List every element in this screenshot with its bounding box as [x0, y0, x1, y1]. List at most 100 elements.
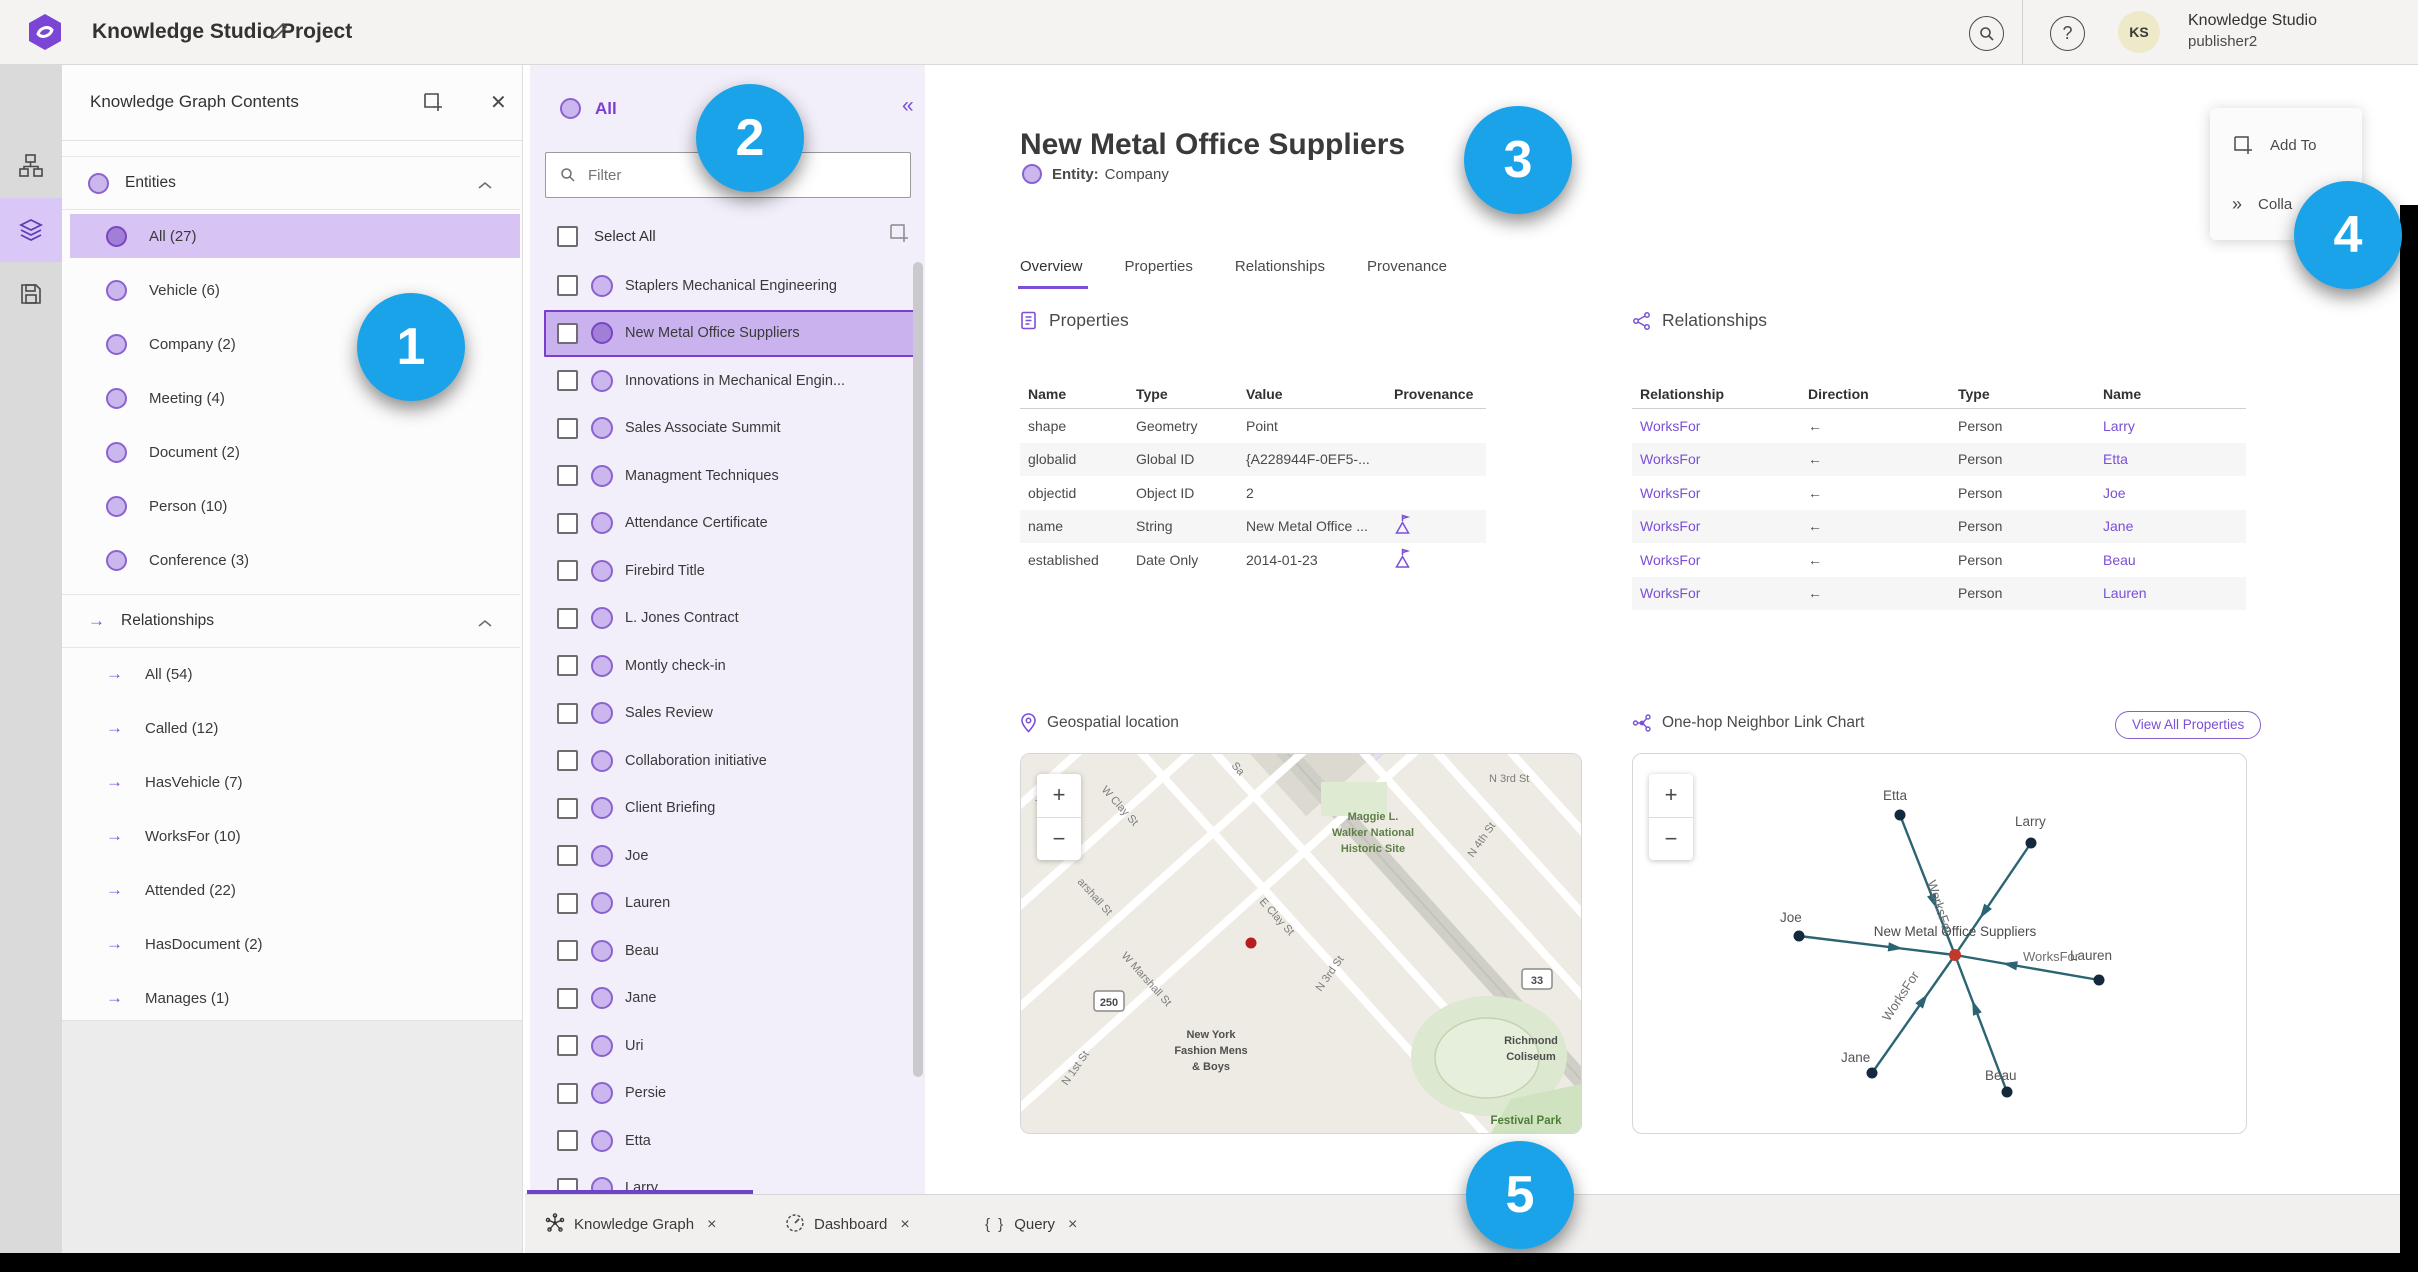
- chart-zoom-control[interactable]: + −: [1649, 774, 1693, 860]
- list-item[interactable]: Attendance Certificate: [544, 500, 915, 548]
- zoom-in-button[interactable]: +: [1037, 774, 1081, 818]
- sidebar-item-relationship[interactable]: → Called (12): [70, 706, 520, 750]
- sidebar-item-entity[interactable]: Person (10): [70, 484, 520, 528]
- view-all-properties-button[interactable]: View All Properties: [2115, 711, 2262, 739]
- selected-entity-node[interactable]: [1949, 949, 1961, 961]
- relationship-arrow-icon: →: [106, 988, 123, 1007]
- sidebar-item-relationship[interactable]: → WorksFor (10): [70, 814, 520, 858]
- chevron-up-icon[interactable]: [478, 615, 492, 633]
- list-item[interactable]: Client Briefing: [544, 785, 915, 833]
- related-entity-link[interactable]: Beau: [2095, 552, 2246, 568]
- prop-provenance[interactable]: [1386, 548, 1486, 572]
- entities-section-header[interactable]: Entities: [62, 156, 520, 210]
- map-canvas[interactable]: k RdW Clay StSaN 3rd StMaggie L.Walker N…: [1021, 754, 1581, 1133]
- zoom-out-button[interactable]: −: [1037, 818, 1081, 861]
- help-button[interactable]: ?: [2050, 16, 2085, 51]
- layers-rail-button[interactable]: [0, 198, 62, 262]
- relationship-link[interactable]: WorksFor: [1632, 552, 1800, 568]
- person-node[interactable]: [2025, 837, 2037, 849]
- sidebar-item-relationship[interactable]: → HasVehicle (7): [70, 760, 520, 804]
- relationships-section-header[interactable]: → Relationships: [62, 594, 520, 648]
- view-tab-knowledge-graph[interactable]: Knowledge Graph ×: [545, 1195, 716, 1254]
- column-header: Name: [2103, 386, 2142, 402]
- add-to-new-icon[interactable]: [888, 222, 910, 244]
- view-tab-dashboard[interactable]: Dashboard ×: [785, 1195, 910, 1254]
- view-tab-query[interactable]: { } Query ×: [985, 1195, 1077, 1254]
- related-entity-link[interactable]: Larry: [2095, 418, 2246, 434]
- add-to-action[interactable]: Add To: [2232, 134, 2316, 156]
- zoom-in-button[interactable]: +: [1649, 774, 1693, 818]
- relationship-link[interactable]: WorksFor: [1632, 585, 1800, 601]
- list-item[interactable]: New Metal Office Suppliers: [544, 309, 915, 357]
- related-entity-link[interactable]: Etta: [2095, 451, 2246, 467]
- search-button[interactable]: [1969, 16, 2004, 51]
- collapse-action[interactable]: » Colla: [2232, 194, 2292, 215]
- scrollbar[interactable]: [913, 262, 923, 1077]
- sidebar-item-entity[interactable]: All (27): [70, 214, 520, 258]
- relationship-link[interactable]: WorksFor: [1632, 451, 1800, 467]
- person-node[interactable]: [2001, 1086, 2013, 1098]
- sidebar-item-relationship[interactable]: → Attended (22): [70, 868, 520, 912]
- list-item[interactable]: Lauren: [544, 880, 915, 928]
- related-entity-link[interactable]: Jane: [2095, 518, 2246, 534]
- list-item[interactable]: L. Jones Contract: [544, 595, 915, 643]
- tab-provenance[interactable]: Provenance: [1367, 258, 1447, 275]
- related-entity-link[interactable]: Lauren: [2095, 585, 2246, 601]
- close-panel-icon[interactable]: ✕: [490, 90, 507, 115]
- zoom-out-button[interactable]: −: [1649, 818, 1693, 861]
- edit-title-icon[interactable]: [268, 20, 290, 42]
- map-zoom-control[interactable]: + −: [1037, 774, 1081, 860]
- chevron-up-icon[interactable]: [478, 177, 492, 195]
- list-item[interactable]: Beau: [544, 927, 915, 975]
- relationship-link[interactable]: WorksFor: [1632, 518, 1800, 534]
- link-chart[interactable]: + − Etta Larry Joe Lauren Jane Beau New Metal …: [1632, 753, 2247, 1134]
- person-node[interactable]: [1866, 1067, 1878, 1079]
- list-item[interactable]: Montly check-in: [544, 642, 915, 690]
- relationship-link[interactable]: WorksFor: [1632, 418, 1800, 434]
- save-rail-button[interactable]: [0, 262, 62, 326]
- person-node[interactable]: [2093, 974, 2105, 986]
- list-item[interactable]: Firebird Title: [544, 547, 915, 595]
- select-all-checkbox[interactable]: [557, 226, 578, 247]
- person-node[interactable]: [1894, 809, 1906, 821]
- entity-circle-icon: [591, 464, 613, 487]
- tab-overview[interactable]: Overview: [1020, 258, 1083, 275]
- link-chart-canvas[interactable]: EttaLarryJoeLaurenJaneBeauNew Metal Offi…: [1633, 754, 2246, 1133]
- list-item[interactable]: Sales Review: [544, 690, 915, 738]
- select-all-row[interactable]: Select All: [557, 226, 897, 247]
- collapse-panel-icon[interactable]: «: [902, 94, 914, 118]
- list-item[interactable]: Staplers Mechanical Engineering: [544, 262, 915, 310]
- list-item[interactable]: Uri: [544, 1022, 915, 1070]
- list-item[interactable]: Joe: [544, 832, 915, 880]
- sidebar-item-relationship[interactable]: → All (54): [70, 652, 520, 696]
- list-item[interactable]: Collaboration initiative: [544, 737, 915, 785]
- list-item[interactable]: Innovations in Mechanical Engin...: [544, 357, 915, 405]
- sidebar-item-entity[interactable]: Document (2): [70, 430, 520, 474]
- sidebar-item-entity[interactable]: Conference (3): [70, 538, 520, 582]
- sidebar-item-entity[interactable]: Vehicle (6): [70, 268, 520, 312]
- sidebar-item-relationship[interactable]: → Manages (1): [70, 976, 520, 1020]
- list-item[interactable]: Jane: [544, 975, 915, 1023]
- sidebar-item-relationship[interactable]: → HasDocument (2): [70, 922, 520, 966]
- sidebar-item-entity[interactable]: Meeting (4): [70, 376, 520, 420]
- entity-circle-icon: [591, 797, 613, 820]
- prop-provenance[interactable]: [1386, 514, 1486, 538]
- person-node[interactable]: [1793, 930, 1805, 942]
- geospatial-map[interactable]: + − W Clay St Sa N 3rd St Maggie L. Walk…: [1020, 753, 1582, 1134]
- link-chart-rail-button[interactable]: [0, 134, 62, 198]
- account-info[interactable]: Knowledge Studio publisher2: [2188, 10, 2317, 52]
- list-item[interactable]: Sales Associate Summit: [544, 405, 915, 453]
- related-entity-link[interactable]: Joe: [2095, 485, 2246, 501]
- close-tab-icon[interactable]: ×: [900, 1216, 909, 1234]
- tab-relationships[interactable]: Relationships: [1235, 258, 1325, 275]
- list-item[interactable]: Managment Techniques: [544, 452, 915, 500]
- list-item[interactable]: Persie: [544, 1070, 915, 1118]
- list-item[interactable]: Etta: [544, 1117, 915, 1165]
- item-checkbox: [557, 797, 578, 819]
- relationship-link[interactable]: WorksFor: [1632, 485, 1800, 501]
- close-tab-icon[interactable]: ×: [1068, 1216, 1077, 1234]
- add-to-new-icon[interactable]: [422, 91, 444, 113]
- tab-properties[interactable]: Properties: [1125, 258, 1193, 275]
- avatar[interactable]: KS: [2118, 11, 2160, 53]
- close-tab-icon[interactable]: ×: [707, 1216, 716, 1234]
